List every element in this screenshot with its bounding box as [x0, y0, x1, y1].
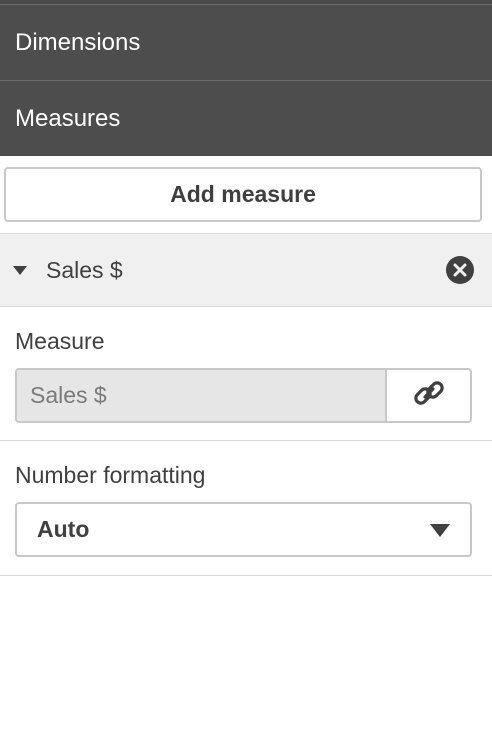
collapse-caret-icon[interactable]: [13, 265, 27, 275]
link-icon: [412, 376, 446, 415]
measure-input-row: Sales $: [15, 368, 472, 423]
number-formatting-label: Number formatting: [15, 462, 206, 488]
measure-expression-input[interactable]: Sales $: [15, 368, 386, 423]
measures-section-header[interactable]: Measures: [0, 81, 492, 156]
measure-item-header[interactable]: Sales $: [0, 233, 492, 307]
section-divider: [0, 575, 492, 576]
number-formatting-select[interactable]: Auto: [15, 502, 472, 557]
chevron-down-icon: [430, 524, 450, 537]
dimensions-section-header[interactable]: Dimensions: [0, 5, 492, 81]
dimensions-label: Dimensions: [15, 28, 141, 56]
measure-field-label: Measure: [15, 328, 105, 354]
measures-label: Measures: [15, 104, 121, 132]
number-formatting-section: Number formatting Auto: [0, 441, 492, 575]
number-formatting-value: Auto: [37, 516, 90, 542]
add-measure-container: Add measure: [0, 156, 492, 233]
link-measure-button[interactable]: [385, 368, 472, 423]
measure-item-title: Sales $: [46, 256, 123, 283]
remove-measure-icon[interactable]: [446, 256, 474, 284]
measure-field-section: Measure Sales $: [0, 307, 492, 440]
add-measure-button[interactable]: Add measure: [4, 167, 482, 222]
